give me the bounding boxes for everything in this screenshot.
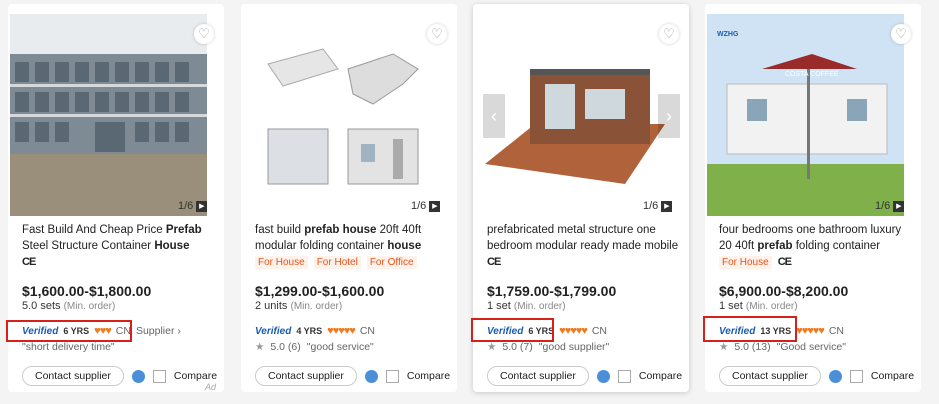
tag-for-hotel: For Hotel <box>313 256 361 269</box>
prev-image-icon[interactable]: ‹ <box>483 94 505 138</box>
highlight-box <box>471 318 554 342</box>
product-card-4[interactable]: COSTA COFFEE WZHG ♡ 1/6 ▶ four bedrooms o… <box>703 4 921 392</box>
compare-label: Compare <box>870 370 915 382</box>
compare-checkbox[interactable] <box>385 369 399 383</box>
ad-label: Ad <box>204 382 216 392</box>
favorite-heart-icon[interactable]: ♡ <box>891 24 911 44</box>
wzhg-logo-icon: WZHG <box>717 31 739 38</box>
play-icon[interactable]: ▶ <box>196 200 208 212</box>
product-image[interactable] <box>243 14 440 216</box>
min-order: 2 units (Min. order) <box>255 300 343 312</box>
min-order: 5.0 sets (Min. order) <box>22 300 116 312</box>
supplier-info: Verified 4 YRS ♥♥♥♥♥ CN <box>255 325 375 337</box>
star-icon: ★ <box>255 341 265 353</box>
country: CN <box>591 325 607 337</box>
compare-label: Compare <box>638 370 683 382</box>
contact-supplier-button[interactable]: Contact supplier <box>719 366 821 386</box>
rating-hearts-icon: ♥♥♥♥♥ <box>559 325 588 337</box>
product-title[interactable]: prefabricated metal structure one bedroo… <box>487 222 683 254</box>
favorite-heart-icon[interactable]: ♡ <box>427 24 447 44</box>
chat-icon[interactable] <box>828 369 842 383</box>
rating-hearts-icon: ♥♥♥♥♥ <box>796 325 825 337</box>
product-title[interactable]: Fast Build And Cheap Price Prefab Steel … <box>22 222 218 254</box>
review-summary: ★ 5.0 (7) "good supplier" <box>487 341 610 353</box>
compare-checkbox[interactable] <box>617 369 631 383</box>
product-card-2[interactable]: ♡ 1/6 ▶ fast build prefab house 20ft 40ft… <box>241 4 457 392</box>
tag-for-office: For Office <box>366 256 417 269</box>
review-summary: ★ 5.0 (13) "Good service" <box>719 341 846 353</box>
contact-supplier-button[interactable]: Contact supplier <box>487 366 589 386</box>
price: $1,759.00-$1,799.00 <box>487 283 617 299</box>
product-title[interactable]: four bedrooms one bathroom luxury 20 40f… <box>719 222 915 254</box>
rating-hearts-icon: ♥♥♥♥♥ <box>327 325 356 337</box>
price: $6,900.00-$8,200.00 <box>719 283 849 299</box>
price: $1,299.00-$1,600.00 <box>255 283 385 299</box>
image-counter: 1/6 ▶ <box>411 200 441 212</box>
chat-icon[interactable] <box>131 369 145 383</box>
tag-for-house: For House <box>255 256 308 269</box>
highlight-box <box>6 320 132 342</box>
play-icon[interactable]: ▶ <box>661 200 673 212</box>
compare-label: Compare <box>406 370 451 382</box>
next-image-icon[interactable]: › <box>658 94 680 138</box>
star-icon: ★ <box>719 341 729 353</box>
chat-icon[interactable] <box>596 369 610 383</box>
image-counter: 1/6 ▶ <box>875 200 905 212</box>
favorite-heart-icon[interactable]: ♡ <box>659 24 679 44</box>
image-counter: 1/6 ▶ <box>178 200 208 212</box>
min-order: 1 set (Min. order) <box>487 300 566 312</box>
highlight-box <box>703 316 797 342</box>
star-icon: ★ <box>487 341 497 353</box>
play-icon[interactable]: ▶ <box>429 200 441 212</box>
tag-for-house: For House <box>719 256 772 269</box>
review-summary: "short delivery time" <box>22 341 115 353</box>
years-badge: 4 YRS <box>296 326 323 336</box>
ce-mark-icon: CE <box>777 256 792 268</box>
play-icon[interactable]: ▶ <box>893 200 905 212</box>
product-title[interactable]: fast build prefab house 20ft 40ft modula… <box>255 222 451 254</box>
country: CN <box>359 325 375 337</box>
product-card-3[interactable]: ‹ › 1/6 ▶ ♡ prefabricated metal structure… <box>471 4 689 392</box>
image-counter: 1/6 ▶ <box>643 200 673 212</box>
product-card-1[interactable]: ♡ 1/6 ▶ Fast Build And Cheap Price Prefab… <box>6 4 224 392</box>
verified-badge: Verified <box>255 325 292 337</box>
price: $1,600.00-$1,800.00 <box>22 283 152 299</box>
min-order: 1 set (Min. order) <box>719 300 798 312</box>
contact-supplier-button[interactable]: Contact supplier <box>22 366 124 386</box>
favorite-heart-icon[interactable]: ♡ <box>194 24 214 44</box>
contact-supplier-button[interactable]: Contact supplier <box>255 366 357 386</box>
product-image[interactable]: COSTA COFFEE WZHG <box>707 14 904 216</box>
compare-checkbox[interactable] <box>849 369 863 383</box>
compare-label: Compare <box>173 370 218 382</box>
ce-mark-icon: CE <box>22 256 36 268</box>
country: CN <box>828 325 844 337</box>
product-image[interactable] <box>10 14 207 216</box>
compare-checkbox[interactable] <box>152 369 166 383</box>
chat-icon[interactable] <box>364 369 378 383</box>
review-summary: ★ 5.0 (6) "good service" <box>255 341 374 353</box>
supplier-link[interactable]: Supplier › <box>136 325 181 337</box>
ce-mark-icon: CE <box>487 256 501 268</box>
costa-coffee-sign: COSTA COFFEE <box>785 71 839 78</box>
